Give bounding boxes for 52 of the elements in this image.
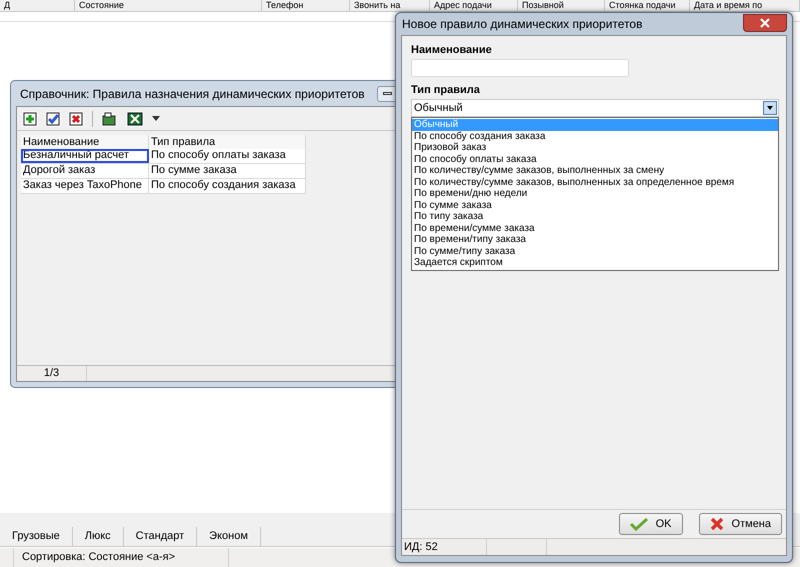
table-cell[interactable]: Безналичный расчет (21, 149, 149, 163)
column-header[interactable]: Позывной (518, 0, 605, 11)
column-header[interactable]: Адрес подачи (430, 0, 518, 11)
tab[interactable]: Стандарт (124, 527, 198, 546)
table-cell[interactable]: По способу оплаты заказа (149, 149, 306, 163)
dropdown-option[interactable]: Призовой заказ (412, 142, 778, 154)
dropdown-option[interactable]: По сумме/типу заказа (412, 246, 778, 257)
delete-icon[interactable] (69, 112, 83, 126)
dropdown-option[interactable]: По способу оплаты заказа (412, 154, 778, 165)
dialog-title: Новое правило динамических приоритетов (401, 16, 642, 33)
column-header[interactable]: Дата и время по (690, 0, 800, 11)
dropdown-option[interactable]: По сумме заказа (412, 200, 778, 211)
tab[interactable]: Грузовые (0, 527, 73, 546)
column-header[interactable]: Д (0, 0, 75, 11)
close-button[interactable] (743, 14, 787, 32)
field-label: Тип правила (411, 83, 481, 97)
id-label: ИД: 52 (402, 539, 487, 555)
add-icon[interactable] (23, 112, 37, 126)
dropdown-option[interactable]: По количеству/сумме заказов, выполненных за смену (412, 165, 778, 176)
dialog-button[interactable]: OK (618, 513, 683, 535)
rule-type-combobox[interactable]: Обычный (411, 99, 779, 117)
table-cell[interactable]: Дорогой заказ (21, 164, 149, 178)
checkmark-icon (630, 517, 648, 531)
dropdown-option[interactable]: По типу заказа (412, 211, 778, 222)
dropdown-option[interactable]: По времени/типу заказа (412, 234, 778, 246)
cross-icon (710, 517, 724, 531)
tab[interactable]: Эконом (197, 527, 261, 546)
tab[interactable]: Люкс (72, 527, 124, 546)
close-icon (760, 18, 770, 28)
column-header[interactable]: Стоянка подачи (605, 0, 690, 11)
field-label: Наименование (411, 43, 493, 57)
table-cell[interactable]: По сумме заказа (149, 164, 306, 178)
column-header[interactable]: Наименование (21, 135, 149, 149)
column-header[interactable]: Телефон (262, 0, 350, 11)
record-counter: 1/3 (17, 366, 87, 381)
dropdown-option[interactable]: По количеству/сумме заказов, выполненных за определенное время (412, 176, 778, 188)
caret-icon[interactable] (152, 116, 160, 121)
table-cell[interactable]: Заказ через TaxoPhone (21, 179, 149, 193)
name-input-field[interactable] (411, 59, 629, 77)
edit-icon[interactable] (46, 112, 60, 126)
column-header[interactable]: Звонить на (350, 0, 430, 11)
dialog-button[interactable]: Отмена (698, 513, 782, 535)
dropdown-option[interactable]: По времени/сумме заказа (412, 222, 778, 234)
dropdown-option[interactable]: По времени/дню недели (412, 188, 778, 200)
column-header[interactable]: Состояние (75, 0, 262, 11)
window-title: Справочник: Правила назначения динамических приоритетов (20, 86, 365, 102)
status-text: Сортировка: Состояние <а-я> (14, 548, 229, 567)
spreadsheet-icon[interactable] (127, 112, 143, 126)
folder-icon[interactable] (102, 112, 118, 126)
dropdown-option[interactable]: По способу создания заказа (412, 130, 778, 142)
table-cell[interactable]: По способу создания заказа (149, 179, 306, 193)
dropdown-option[interactable]: Задается скриптом (412, 257, 778, 268)
